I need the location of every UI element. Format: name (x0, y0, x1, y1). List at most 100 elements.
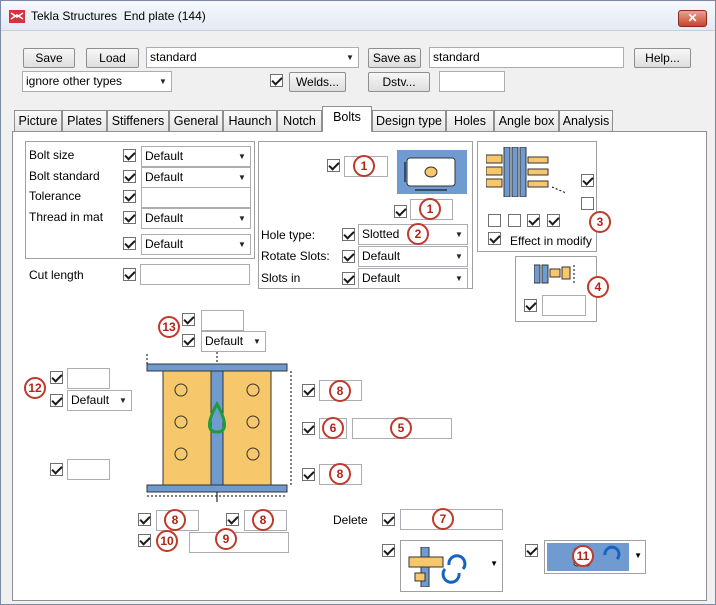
tab-stiffeners[interactable]: Stiffeners (107, 110, 169, 131)
load-button[interactable]: Load (86, 48, 139, 68)
bolt-group-dropdown[interactable]: ▼ (544, 540, 646, 574)
top-edge-checkbox[interactable] (182, 313, 195, 326)
right-edge-checkbox[interactable] (226, 513, 239, 526)
tab-holes[interactable]: Holes (446, 110, 494, 131)
bolt-size-checkbox[interactable] (123, 149, 136, 162)
tab-bolts[interactable]: Bolts (322, 106, 372, 132)
tab-plates[interactable]: Plates (62, 110, 107, 131)
tab-analysis[interactable]: Analysis (559, 110, 613, 131)
window-title: Tekla Structures End plate (144) (31, 9, 206, 23)
marker-8b: 8 (329, 463, 351, 485)
extra-bolt-checkbox[interactable] (123, 237, 136, 250)
save-as-button[interactable]: Save as (368, 48, 421, 68)
bolt-group-checkbox[interactable] (525, 544, 538, 557)
row-offset-field[interactable] (67, 368, 110, 389)
tab-general[interactable]: General (169, 110, 223, 131)
bolt-direction-dropdown[interactable]: ▼ (400, 540, 503, 592)
marker-1b: 1 (419, 198, 441, 220)
hole-type-checkbox[interactable] (342, 228, 355, 241)
extra-bolt-value: Default (145, 237, 184, 251)
dstv-button[interactable]: Dstv... (368, 72, 430, 92)
cut-length-field[interactable] (140, 264, 250, 285)
slots-in-dropdown[interactable]: Default ▼ (358, 268, 468, 289)
top-edge-type-value: Default (205, 334, 244, 348)
cut-length-checkbox[interactable] (123, 268, 136, 281)
row-offset-checkbox[interactable] (50, 371, 63, 384)
slot-length-checkbox[interactable] (394, 205, 407, 218)
extra-bolt-dropdown[interactable]: Default ▼ (141, 234, 251, 255)
help-button[interactable]: Help... (634, 48, 691, 68)
slots-in-label: Slots in (261, 271, 301, 285)
bolt-standard-checkbox[interactable] (123, 170, 136, 183)
bolt-direction-checkbox[interactable] (382, 544, 395, 557)
tab-design-type[interactable]: Design type (372, 110, 446, 131)
chevron-down-icon: ▼ (634, 551, 642, 560)
chevron-down-icon: ▼ (238, 214, 246, 223)
bolt-spacing-field[interactable] (189, 532, 289, 553)
lower-pitch-checkbox[interactable] (302, 468, 315, 481)
bolt-extra-length-field[interactable] (542, 295, 586, 316)
upper-pitch-checkbox[interactable] (302, 384, 315, 397)
bolt-standard-dropdown[interactable]: Default ▼ (141, 167, 251, 188)
delete-checkbox[interactable] (382, 513, 395, 526)
rotate-slots-label: Rotate Slots: (261, 249, 330, 263)
marker-9: 9 (215, 528, 237, 550)
tab-haunch[interactable]: Haunch (223, 110, 277, 131)
chevron-down-icon: ▼ (346, 53, 354, 62)
cut-length-label: Cut length (29, 268, 84, 282)
rotate-slots-checkbox[interactable] (342, 250, 355, 263)
row-offset-type-dropdown[interactable]: Default ▼ (67, 390, 132, 411)
effect-checkbox-f[interactable] (547, 214, 560, 227)
save-as-name-field[interactable]: standard (429, 47, 624, 68)
marker-5: 5 (390, 417, 412, 439)
slots-in-checkbox[interactable] (342, 272, 355, 285)
left-edge-checkbox[interactable] (138, 513, 151, 526)
delete-label: Delete (333, 513, 368, 527)
thread-in-mat-dropdown[interactable]: Default ▼ (141, 208, 251, 229)
rotate-slots-dropdown[interactable]: Default ▼ (358, 246, 468, 267)
tab-angle-box[interactable]: Angle box (494, 110, 559, 131)
bolt-extra-length-checkbox[interactable] (524, 299, 537, 312)
top-edge-field[interactable] (201, 310, 244, 331)
preset-dropdown[interactable]: standard ▼ (146, 47, 359, 68)
top-edge-type-dropdown[interactable]: Default ▼ (201, 331, 266, 352)
hole-group: 1 1 Hole type: Slotted ▼ 2 Rotate Slots:… (258, 141, 473, 289)
ignore-types-dropdown[interactable]: ignore other types ▼ (22, 71, 172, 92)
thread-in-mat-checkbox[interactable] (123, 211, 136, 224)
slotted-hole-icon (397, 150, 467, 194)
row-offset-type-checkbox[interactable] (50, 394, 63, 407)
effect-checkbox-e[interactable] (527, 214, 540, 227)
bolts-tab-panel: Bolt size Default ▼ Bolt standard Defaul… (12, 131, 707, 601)
bottom-offset-field[interactable] (67, 459, 110, 480)
save-button[interactable]: Save (23, 48, 75, 68)
effect-checkbox-a[interactable] (581, 174, 594, 187)
welds-checkbox[interactable] (270, 74, 283, 87)
bolt-direction-icon (408, 547, 467, 587)
bolt-size-dropdown[interactable]: Default ▼ (141, 146, 251, 167)
top-edge-type-checkbox[interactable] (182, 334, 195, 347)
bolt-spacing-checkbox[interactable] (138, 534, 151, 547)
chevron-down-icon: ▼ (159, 77, 167, 86)
effect-checkbox-b[interactable] (581, 197, 594, 210)
bolt-standard-label: Bolt standard (29, 169, 100, 183)
marker-7: 7 (432, 508, 454, 530)
marker-11: 11 (572, 545, 594, 567)
hole-size-checkbox[interactable] (327, 159, 340, 172)
dstv-field[interactable] (439, 71, 505, 92)
bottom-offset-checkbox[interactable] (50, 463, 63, 476)
marker-8c: 8 (164, 509, 186, 531)
tab-notch[interactable]: Notch (277, 110, 322, 131)
effect-in-modify-checkbox[interactable] (488, 232, 501, 245)
close-button[interactable]: ✕ (678, 10, 707, 27)
welds-button[interactable]: Welds... (289, 72, 346, 92)
marker-3: 3 (589, 211, 611, 233)
tab-picture[interactable]: Picture (14, 110, 62, 131)
pitch-count-checkbox[interactable] (302, 422, 315, 435)
effect-checkbox-c[interactable] (488, 214, 501, 227)
bolt-assembly-icon (486, 147, 567, 197)
tolerance-checkbox[interactable] (123, 190, 136, 203)
tolerance-field[interactable] (141, 187, 251, 208)
ignore-types-value: ignore other types (26, 74, 123, 88)
row-offset-type-value: Default (71, 393, 110, 407)
effect-checkbox-d[interactable] (508, 214, 521, 227)
